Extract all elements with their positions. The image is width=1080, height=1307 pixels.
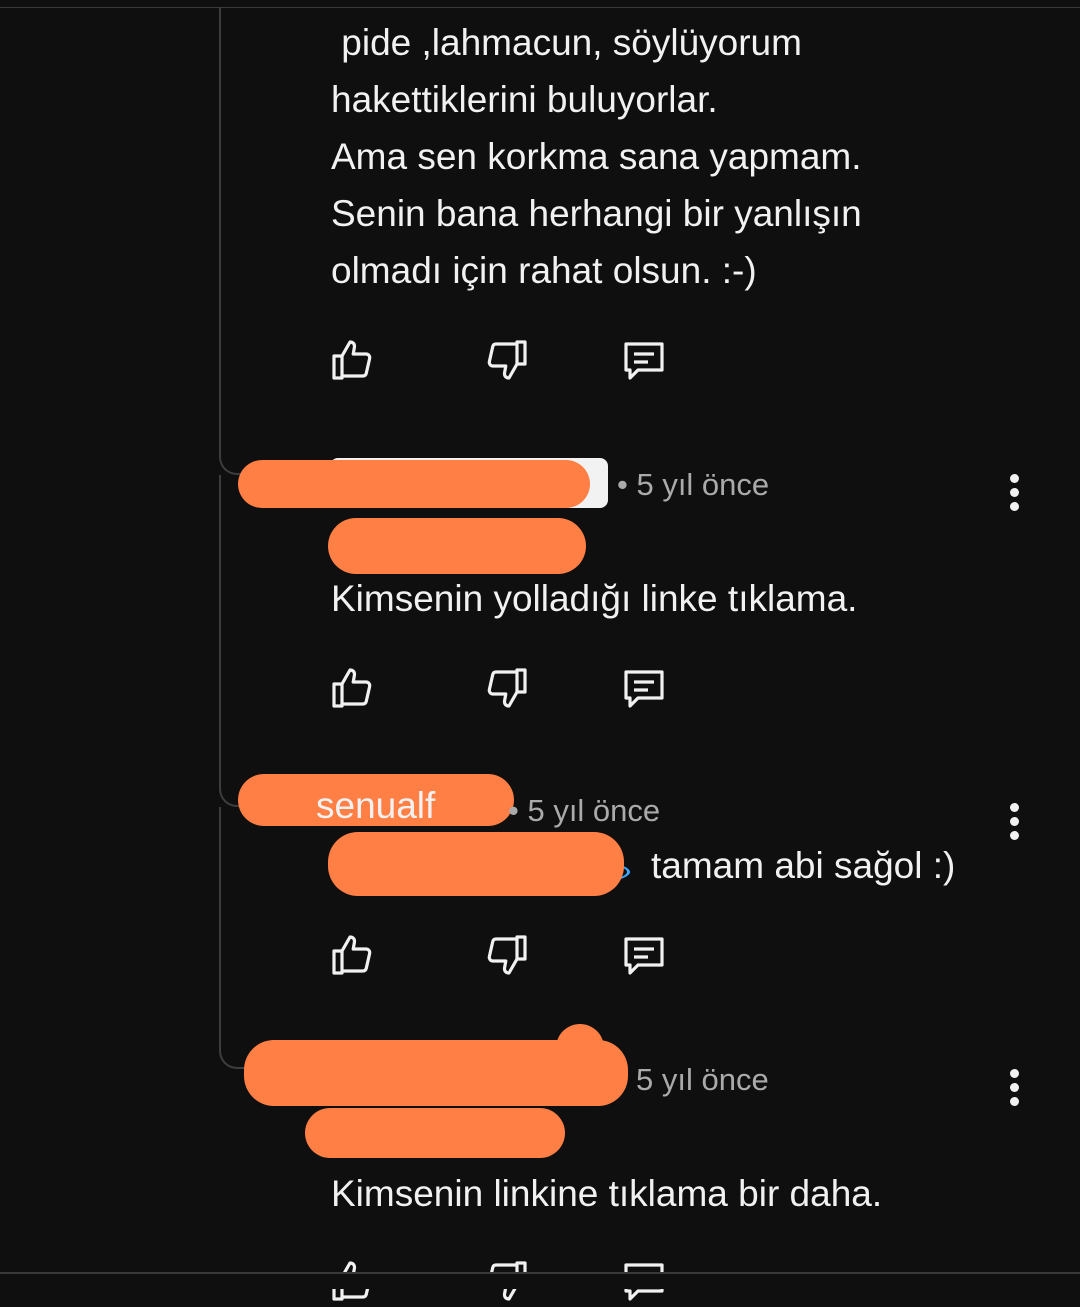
thumbs-up-icon (332, 340, 372, 380)
top-border (0, 0, 1080, 8)
thumbs-up-icon (332, 668, 372, 708)
redacted-handle (328, 518, 586, 574)
redacted-mention (328, 832, 624, 896)
redacted-author (238, 460, 590, 508)
dislike-button[interactable] (481, 662, 533, 714)
like-button[interactable] (326, 334, 378, 386)
reply-text: Kimsenin yolladığı linke tıklama. (331, 578, 858, 619)
like-button[interactable] (326, 929, 378, 981)
thread-line (219, 7, 221, 453)
more-button[interactable] (998, 795, 1030, 847)
reply-actions (326, 662, 686, 714)
more-vert-icon (1009, 473, 1019, 483)
comment-line: Senin bana herhangi bir yanlışın (331, 193, 862, 234)
timestamp: • 5 yıl önce (508, 793, 661, 828)
more-vert-icon (1009, 1068, 1019, 1078)
comment-line: olmadı için rahat olsun. :-) (331, 250, 757, 291)
thumbs-up-icon (332, 935, 372, 975)
more-button[interactable] (998, 1061, 1030, 1113)
comment-reply-icon (624, 937, 664, 975)
redacted-handle (305, 1108, 565, 1158)
thumbs-down-icon (487, 340, 527, 380)
comment-line: hakettiklerini buluyorlar. (331, 79, 718, 120)
comment-actions (326, 334, 686, 386)
author-name[interactable]: senualf (316, 785, 435, 827)
reply-actions (326, 929, 686, 981)
reply-button[interactable] (618, 662, 670, 714)
reply-text: tamam abi sağol :) (651, 845, 956, 886)
thumbs-down-icon (487, 935, 527, 975)
thumbs-down-icon (487, 668, 527, 708)
more-button[interactable] (998, 466, 1030, 518)
reply-text: Kimsenin linkine tıklama bir daha. (331, 1173, 883, 1214)
comment-reply-icon (624, 342, 664, 380)
dislike-button[interactable] (481, 929, 533, 981)
bottom-border (0, 1272, 1080, 1289)
redacted-author (556, 1024, 604, 1084)
reply-button[interactable] (618, 334, 670, 386)
more-vert-icon (1009, 802, 1019, 812)
timestamp: 5 yıl önce (636, 1062, 769, 1097)
comment-reply-icon (624, 670, 664, 708)
thread-line (219, 475, 221, 785)
thread-line (219, 807, 221, 1047)
comment-line: pide ,lahmacun, söylüyorum (331, 22, 802, 63)
timestamp: • 5 yıl önce (617, 467, 770, 502)
like-button[interactable] (326, 662, 378, 714)
comment-line: Ama sen korkma sana yapmam. (331, 136, 862, 177)
reply-button[interactable] (618, 929, 670, 981)
dislike-button[interactable] (481, 334, 533, 386)
